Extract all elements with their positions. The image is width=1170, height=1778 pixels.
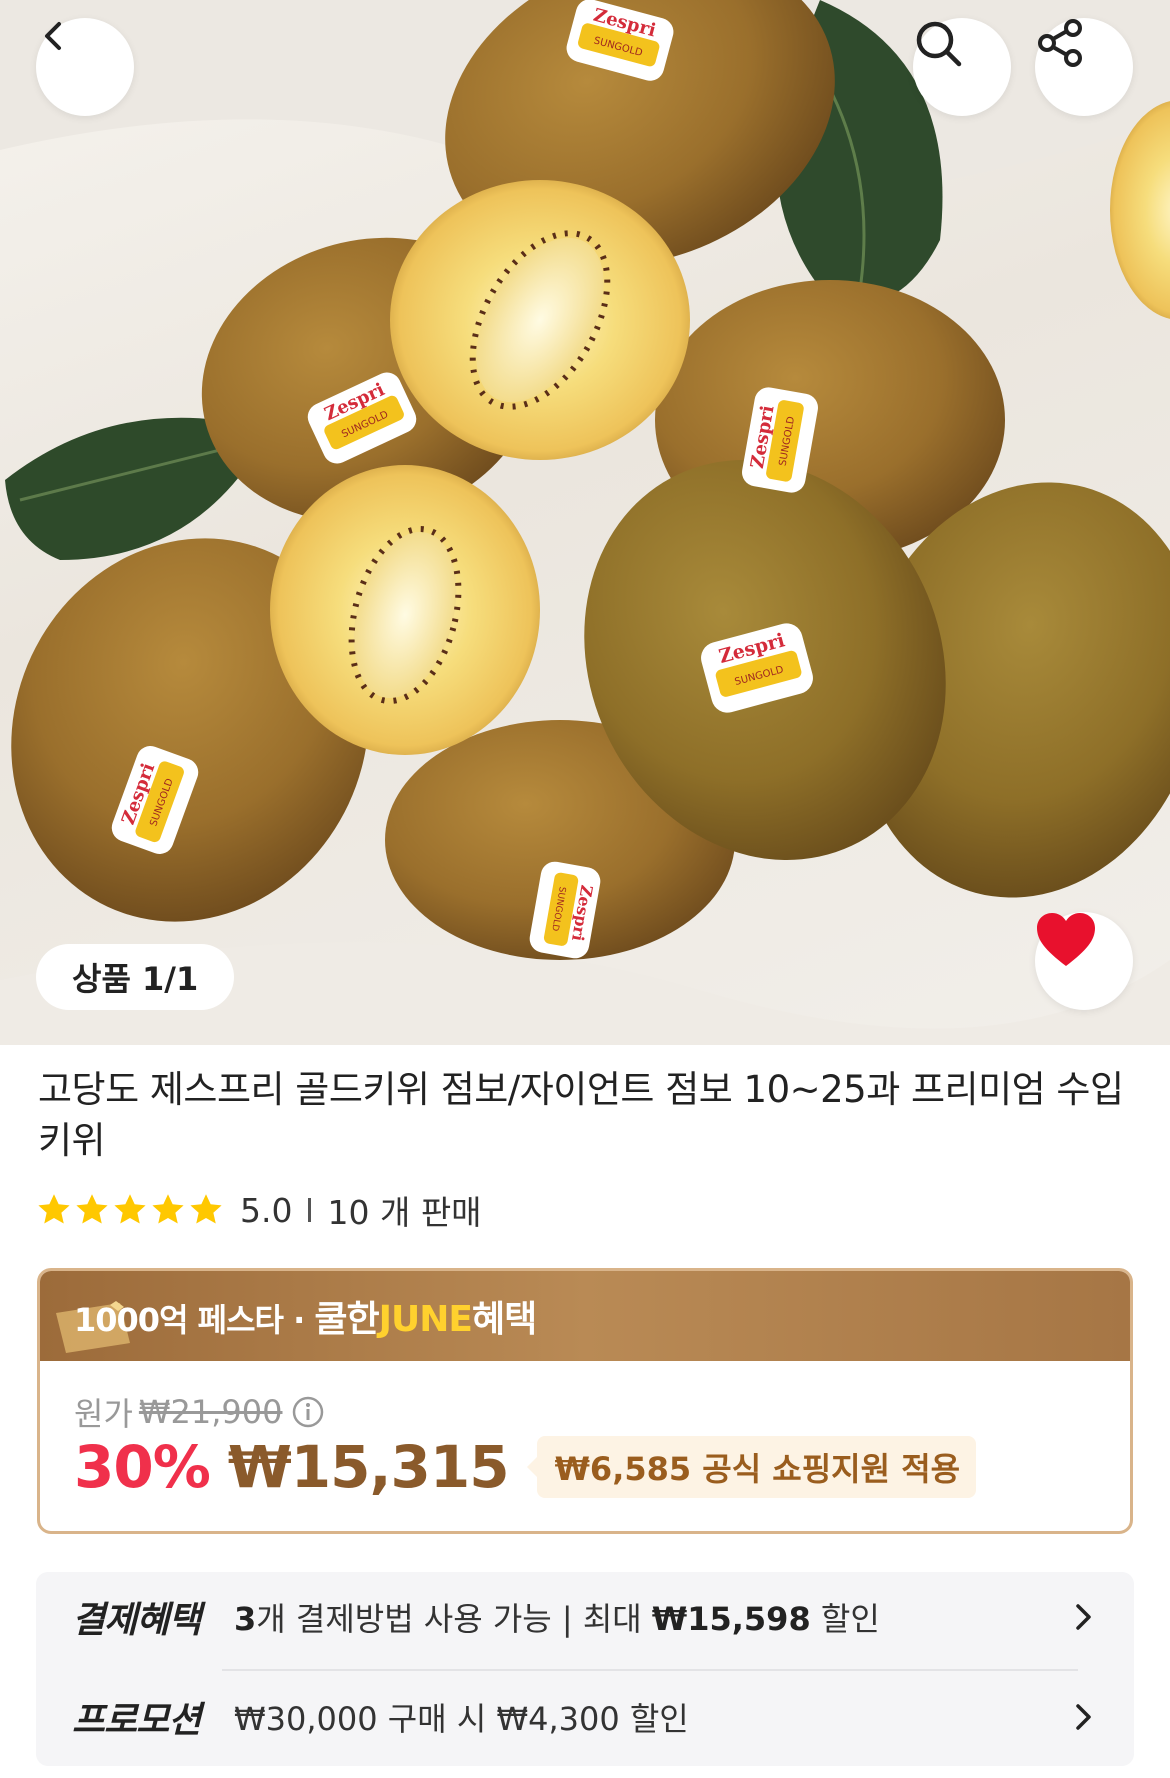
promotion-row[interactable]: 프로모션 ₩30,000 구매 시 ₩4,300 할인 xyxy=(72,1672,1098,1762)
star-icon xyxy=(114,1194,146,1224)
payment-count: 3 xyxy=(234,1600,257,1638)
rating-divider xyxy=(308,1198,312,1222)
price-box: 1000억 페스타 · 쿨한JUNE혜택 원가 ₩21,900 30% ₩15,… xyxy=(37,1268,1133,1534)
promotion-label: 프로모션 xyxy=(72,1700,201,1741)
product-title: 고당도 제스프리 골드키위 점보/자이언트 점보 10~25과 프리미엄 수입 … xyxy=(38,1068,1124,1162)
promo-banner-text: 1000억 페스타 · 쿨한JUNE혜택 xyxy=(74,1290,537,1342)
wishlist-button[interactable] xyxy=(1035,912,1133,1010)
discount-rate: 30% xyxy=(74,1433,211,1501)
promo-strong: 쿨한 xyxy=(314,1299,379,1340)
star-icon xyxy=(76,1194,108,1224)
star-icon xyxy=(190,1194,222,1224)
back-icon xyxy=(45,22,61,50)
product-image-gallery[interactable]: Zespri SUNGOLD Zespri SUNGOLD Zespri SUN… xyxy=(0,0,1170,1045)
promo-june: JUNE xyxy=(378,1299,473,1340)
payment-end: 할인 xyxy=(810,1600,880,1638)
star-icon xyxy=(38,1194,70,1224)
chevron-right-icon xyxy=(1076,1604,1091,1630)
kiwi-photo: Zespri SUNGOLD Zespri SUNGOLD Zespri SUN… xyxy=(0,0,1170,1045)
rating-row[interactable]: 5.0 10 개 판매 xyxy=(36,1188,482,1232)
image-counter: 상품 1/1 xyxy=(36,944,235,1010)
image-counter-label: 상품 1/1 xyxy=(72,960,199,998)
star-rating xyxy=(36,1192,224,1228)
info-icon[interactable] xyxy=(291,1395,325,1429)
benefits-panel: 결제혜택 3개 결제방법 사용 가능 | 최대 ₩15,598 할인 프로모션 … xyxy=(36,1572,1134,1766)
share-icon xyxy=(1038,19,1082,67)
original-price-label: 원가 xyxy=(74,1395,133,1433)
benefit-divider xyxy=(222,1669,1078,1671)
shopping-support-badge: ₩6,585 공식 쇼핑지원 적용 xyxy=(526,1436,977,1498)
promo-banner[interactable]: 1000억 페스타 · 쿨한JUNE혜택 xyxy=(40,1271,1130,1361)
sales-count: 10 개 판매 xyxy=(327,1193,482,1232)
promo-suffix: 혜택 xyxy=(472,1299,537,1340)
rating-value: 5.0 xyxy=(240,1190,293,1230)
payment-benefit-label: 결제혜택 xyxy=(72,1600,201,1641)
payment-max: ₩15,598 xyxy=(651,1600,811,1638)
chevron-right-icon xyxy=(1076,1704,1091,1730)
payment-benefit-row[interactable]: 결제혜택 3개 결제방법 사용 가능 | 최대 ₩15,598 할인 xyxy=(72,1572,1098,1662)
sale-price-row: 30% ₩15,315 ₩6,585 공식 쇼핑지원 적용 xyxy=(74,1433,977,1501)
share-button[interactable] xyxy=(1035,18,1133,116)
search-button[interactable] xyxy=(913,18,1011,116)
original-price-row: 원가 ₩21,900 xyxy=(74,1389,325,1435)
sale-price: ₩15,315 xyxy=(227,1433,510,1501)
promotion-text: ₩30,000 구매 시 ₩4,300 할인 xyxy=(234,1700,689,1738)
payment-mid: 개 결제방법 사용 가능 | 최대 xyxy=(256,1600,652,1638)
back-button[interactable] xyxy=(36,18,134,116)
promo-prefix: 1000억 페스타 · xyxy=(74,1301,315,1339)
star-icon xyxy=(152,1194,184,1224)
heart-icon xyxy=(1037,913,1095,966)
search-icon xyxy=(916,21,962,67)
payment-benefit-text: 3개 결제방법 사용 가능 | 최대 ₩15,598 할인 xyxy=(234,1594,1068,1640)
original-price: ₩21,900 xyxy=(138,1393,283,1431)
